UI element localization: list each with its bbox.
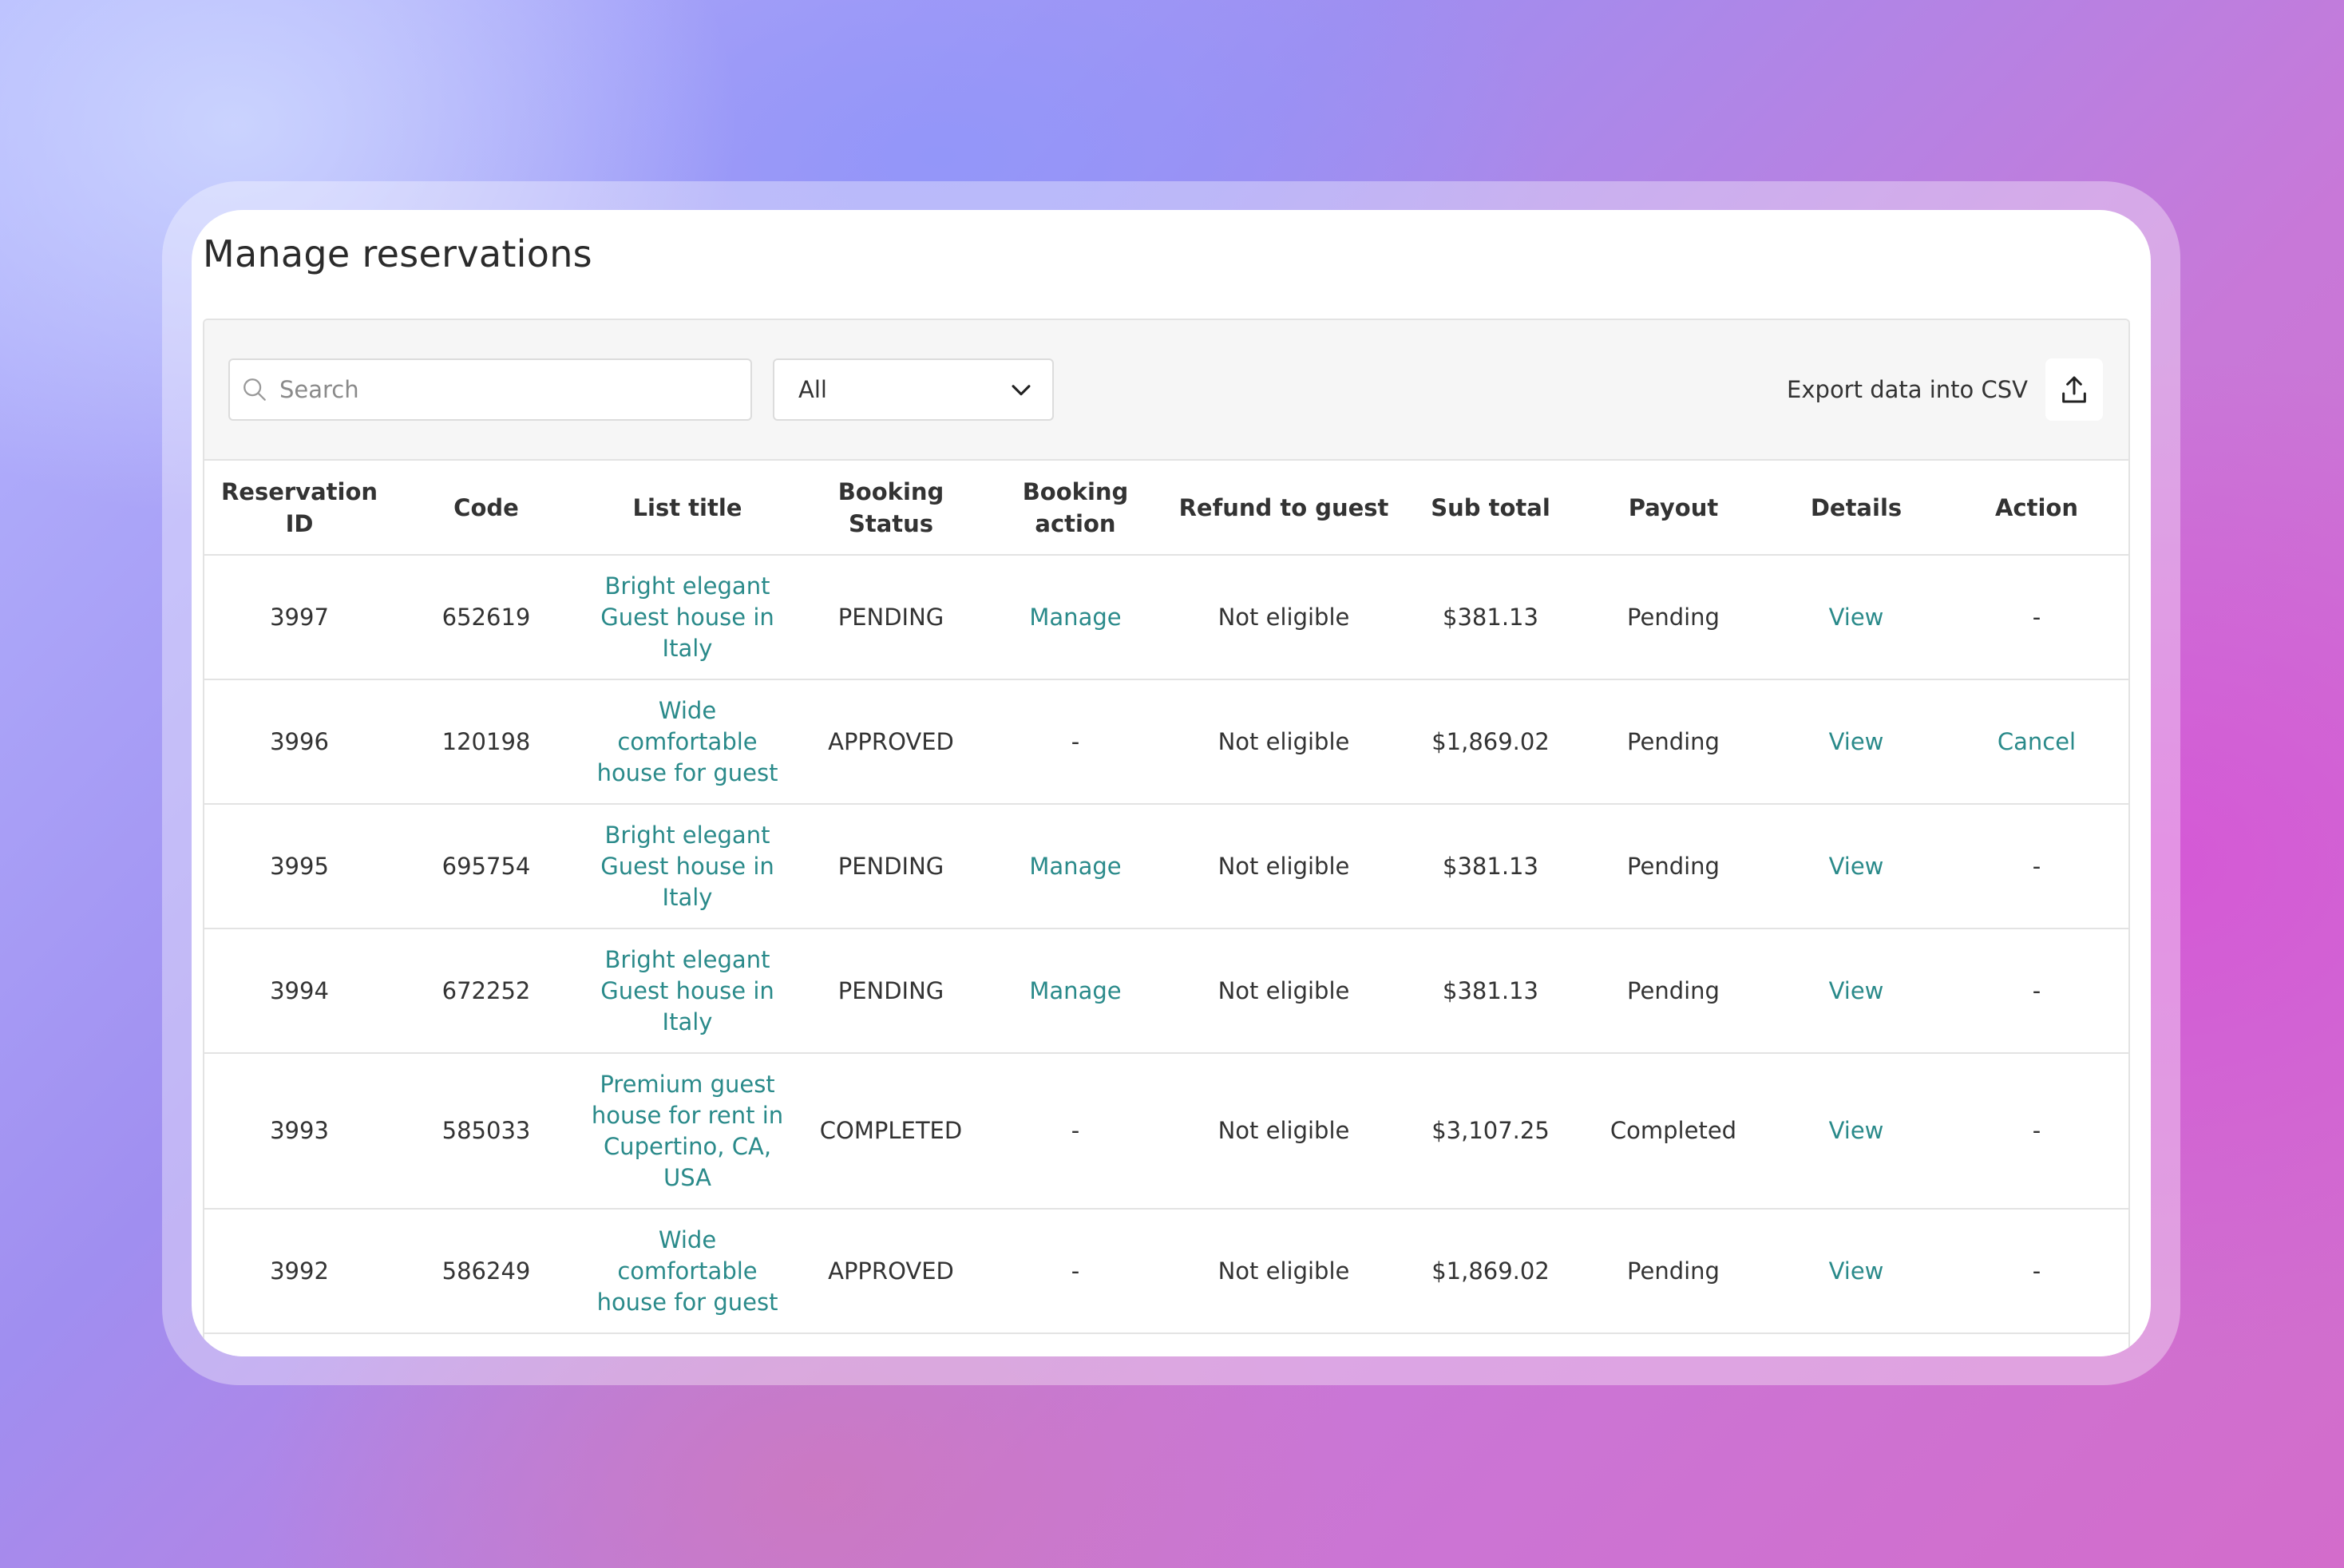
cell-payout: Completed: [1579, 1053, 1768, 1210]
header-subtotal: Sub total: [1402, 461, 1579, 556]
list-title-link[interactable]: Premium guest house for rent in Cupertin…: [578, 1053, 797, 1210]
manage-link[interactable]: Manage: [985, 929, 1166, 1054]
reservations-table: Reservation ID Code List title Booking S…: [204, 461, 2128, 1334]
cell-booking-action: -: [985, 1053, 1166, 1210]
list-title-link[interactable]: Bright elegant Guest house in Italy: [578, 555, 797, 680]
view-link[interactable]: View: [1768, 804, 1945, 929]
cell-payout: Pending: [1579, 555, 1768, 680]
cell-subtotal: $381.13: [1402, 929, 1579, 1054]
header-payout: Payout: [1579, 461, 1768, 556]
header-booking-action: Booking action: [985, 461, 1166, 556]
list-title-link[interactable]: Bright elegant Guest house in Italy: [578, 804, 797, 929]
list-title-link[interactable]: Wide comfortable house for guest: [578, 1209, 797, 1334]
cell-code: 695754: [394, 804, 578, 929]
page-title: Manage reservations: [203, 232, 592, 275]
cell-subtotal: $381.13: [1402, 804, 1579, 929]
cell-subtotal: $1,869.02: [1402, 1209, 1579, 1334]
header-list-title: List title: [578, 461, 797, 556]
cell-reservation-id: 3997: [204, 555, 394, 680]
cell-code: 120198: [394, 679, 578, 805]
toolbar: All Export data into CSV: [204, 320, 2128, 461]
cell-action: -: [1945, 555, 2128, 680]
cell-booking-status: APPROVED: [797, 1209, 985, 1334]
view-link[interactable]: View: [1768, 1053, 1945, 1210]
reservations-card: Manage reservations All Export data into…: [192, 210, 2151, 1356]
cell-refund: Not eligible: [1166, 804, 1402, 929]
header-action: Action: [1945, 461, 2128, 556]
view-link[interactable]: View: [1768, 1209, 1945, 1334]
header-booking-status: Booking Status: [797, 461, 985, 556]
table-row: 3993 585033 Premium guest house for rent…: [204, 1053, 2128, 1210]
cell-code: 672252: [394, 929, 578, 1054]
cell-refund: Not eligible: [1166, 555, 1402, 680]
cell-action: -: [1945, 929, 2128, 1054]
manage-link[interactable]: Manage: [985, 804, 1166, 929]
cell-reservation-id: 3995: [204, 804, 394, 929]
cell-booking-status: PENDING: [797, 555, 985, 680]
cell-refund: Not eligible: [1166, 1053, 1402, 1210]
cell-code: 585033: [394, 1053, 578, 1210]
list-title-link[interactable]: Bright elegant Guest house in Italy: [578, 929, 797, 1054]
cell-refund: Not eligible: [1166, 679, 1402, 805]
search-icon: [244, 378, 266, 401]
search-box[interactable]: [228, 358, 752, 421]
cell-booking-status: APPROVED: [797, 679, 985, 805]
cell-code: 586249: [394, 1209, 578, 1334]
export-label[interactable]: Export data into CSV: [1787, 376, 2028, 403]
cancel-link[interactable]: Cancel: [1945, 679, 2128, 805]
header-refund: Refund to guest: [1166, 461, 1402, 556]
cell-subtotal: $1,869.02: [1402, 679, 1579, 805]
cell-action: -: [1945, 1209, 2128, 1334]
cell-booking-action: -: [985, 679, 1166, 805]
cell-refund: Not eligible: [1166, 1209, 1402, 1334]
cell-code: 652619: [394, 555, 578, 680]
cell-payout: Pending: [1579, 1209, 1768, 1334]
cell-reservation-id: 3993: [204, 1053, 394, 1210]
cell-subtotal: $3,107.25: [1402, 1053, 1579, 1210]
list-title-link[interactable]: Wide comfortable house for guest: [578, 679, 797, 805]
export-area: Export data into CSV: [1787, 358, 2103, 421]
cell-action: -: [1945, 804, 2128, 929]
filter-select[interactable]: All: [773, 358, 1054, 421]
cell-reservation-id: 3992: [204, 1209, 394, 1334]
view-link[interactable]: View: [1768, 929, 1945, 1054]
header-code: Code: [394, 461, 578, 556]
header-reservation-id: Reservation ID: [204, 461, 394, 556]
cell-booking-status: PENDING: [797, 804, 985, 929]
table-row: 3992 586249 Wide comfortable house for g…: [204, 1209, 2128, 1334]
manage-link[interactable]: Manage: [985, 555, 1166, 680]
table-row: 3996 120198 Wide comfortable house for g…: [204, 679, 2128, 805]
cell-action: -: [1945, 1053, 2128, 1210]
cell-refund: Not eligible: [1166, 929, 1402, 1054]
upload-icon: [2062, 376, 2086, 403]
header-details: Details: [1768, 461, 1945, 556]
cell-reservation-id: 3996: [204, 679, 394, 805]
view-link[interactable]: View: [1768, 679, 1945, 805]
export-csv-button[interactable]: [2045, 358, 2103, 421]
chevron-down-icon: [1012, 385, 1031, 396]
filter-selected-value: All: [798, 376, 827, 403]
search-input[interactable]: [278, 375, 728, 404]
table-row: 3997 652619 Bright elegant Guest house i…: [204, 555, 2128, 680]
table-header-row: Reservation ID Code List title Booking S…: [204, 461, 2128, 556]
cell-reservation-id: 3994: [204, 929, 394, 1054]
view-link[interactable]: View: [1768, 555, 1945, 680]
cell-subtotal: $381.13: [1402, 555, 1579, 680]
cell-payout: Pending: [1579, 679, 1768, 805]
cell-payout: Pending: [1579, 804, 1768, 929]
table-row: 3995 695754 Bright elegant Guest house i…: [204, 804, 2128, 929]
cell-payout: Pending: [1579, 929, 1768, 1054]
reservations-panel: All Export data into CSV: [203, 319, 2130, 1356]
cell-booking-status: PENDING: [797, 929, 985, 1054]
cell-booking-status: COMPLETED: [797, 1053, 985, 1210]
table-row: 3994 672252 Bright elegant Guest house i…: [204, 929, 2128, 1054]
cell-booking-action: -: [985, 1209, 1166, 1334]
